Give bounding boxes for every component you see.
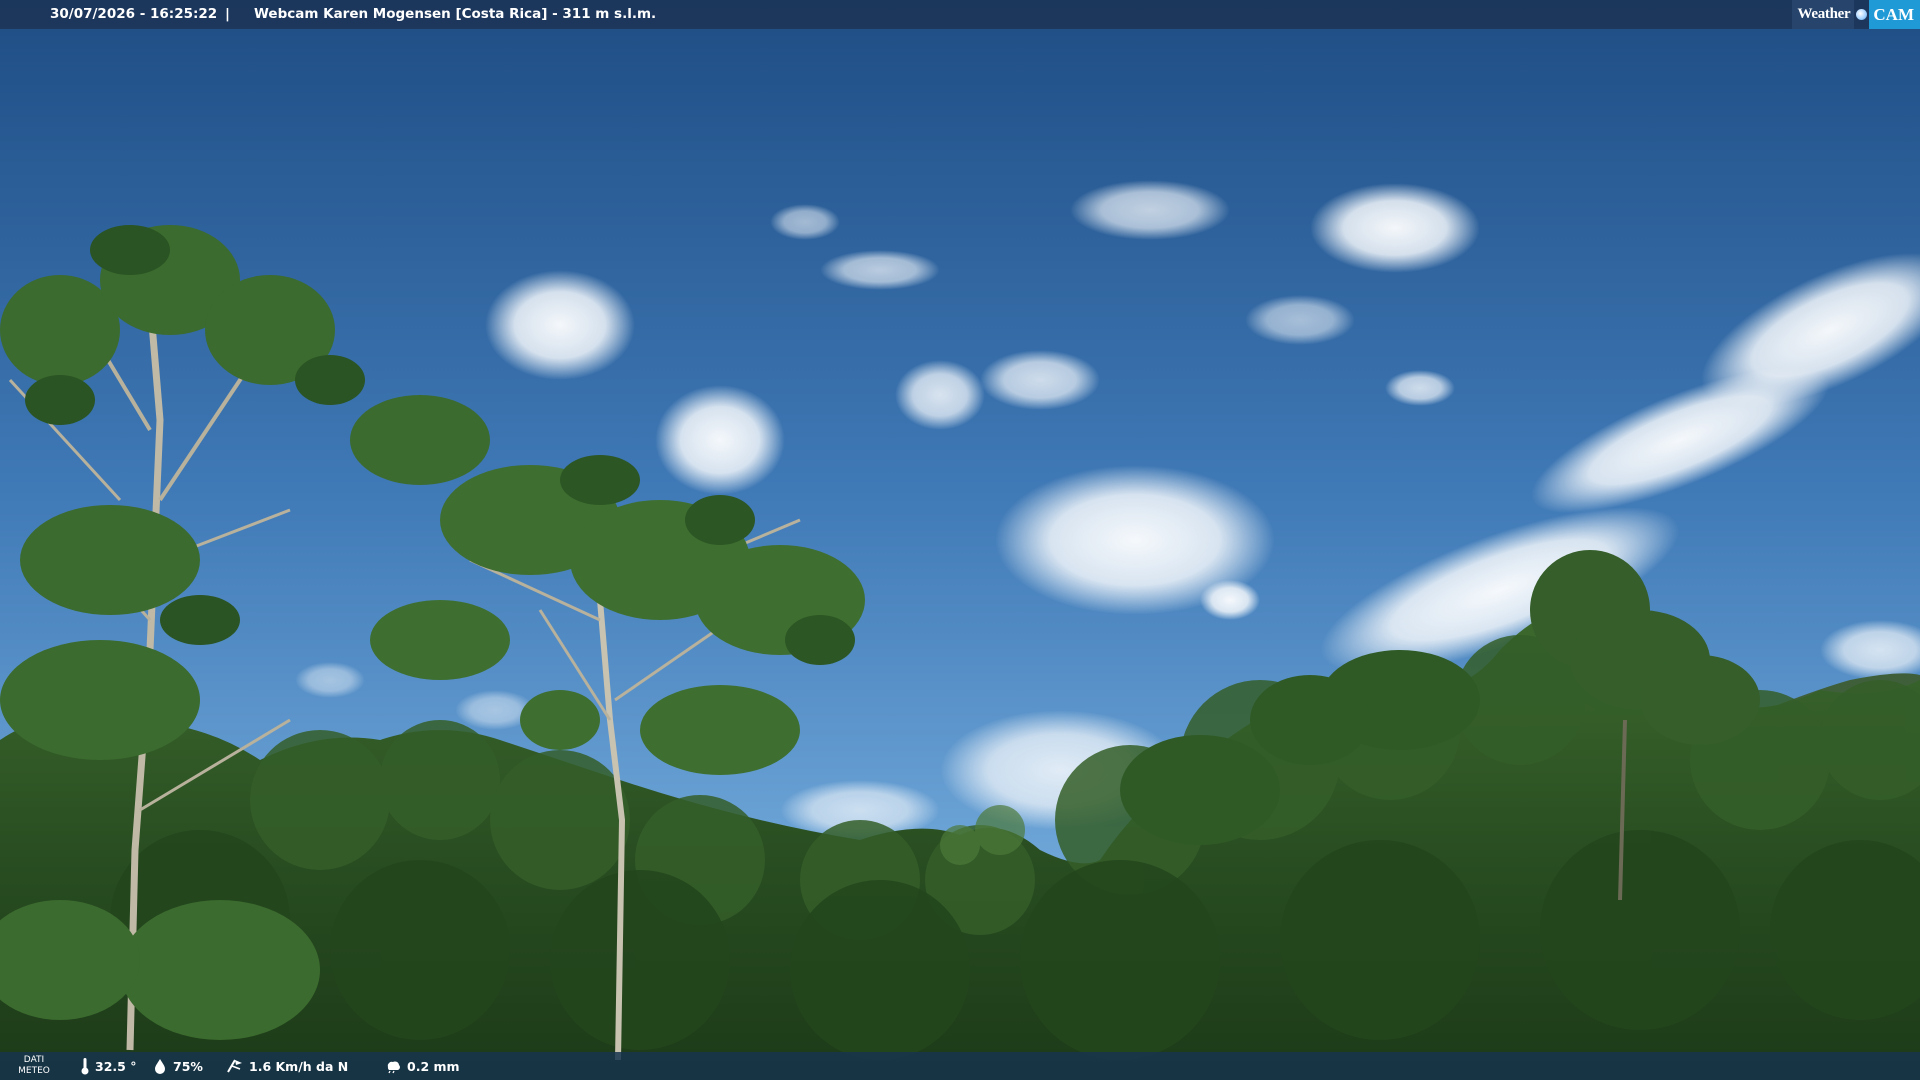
- globe-icon: [1856, 9, 1868, 20]
- weathercam-logo[interactable]: Weather CAM: [1791, 0, 1920, 29]
- webcam-frame: 30/07/2026 - 16:25:22 | Webcam Karen Mog…: [0, 0, 1920, 1080]
- timestamp: 30/07/2026 - 16:25:22: [50, 6, 218, 22]
- wind-icon: [227, 1059, 242, 1073]
- wind-value: 1.6 Km/h da N: [249, 1058, 349, 1074]
- rain-reading: 0.2 mm: [384, 1052, 460, 1080]
- logo-weather-text: Weather: [1791, 0, 1855, 29]
- webcam-image: [0, 0, 1920, 1080]
- humidity-reading: 75%: [152, 1052, 203, 1080]
- logo-cam-text: CAM: [1869, 0, 1920, 29]
- thermometer-icon: [81, 1058, 89, 1075]
- temperature-reading: 32.5 °: [80, 1052, 136, 1080]
- rain-value: 0.2 mm: [407, 1058, 460, 1074]
- humidity-value: 75%: [173, 1058, 203, 1074]
- webcam-title: Webcam Karen Mogensen [Costa Rica] - 311…: [254, 6, 657, 22]
- header-separator: |: [225, 6, 230, 22]
- rain-cloud-icon: [387, 1061, 400, 1074]
- header-bar: 30/07/2026 - 16:25:22 | Webcam Karen Mog…: [0, 0, 1920, 29]
- humidity-drop-icon: [155, 1059, 165, 1074]
- wind-reading: 1.6 Km/h da N: [226, 1052, 348, 1080]
- temperature-value: 32.5 °: [95, 1058, 137, 1074]
- weather-data-bar: DATI METEO 32.5 ° 75% 1.6 Km/h da N 0.2 …: [0, 1052, 1920, 1080]
- dati-meteo-label: DATI METEO: [18, 1055, 50, 1076]
